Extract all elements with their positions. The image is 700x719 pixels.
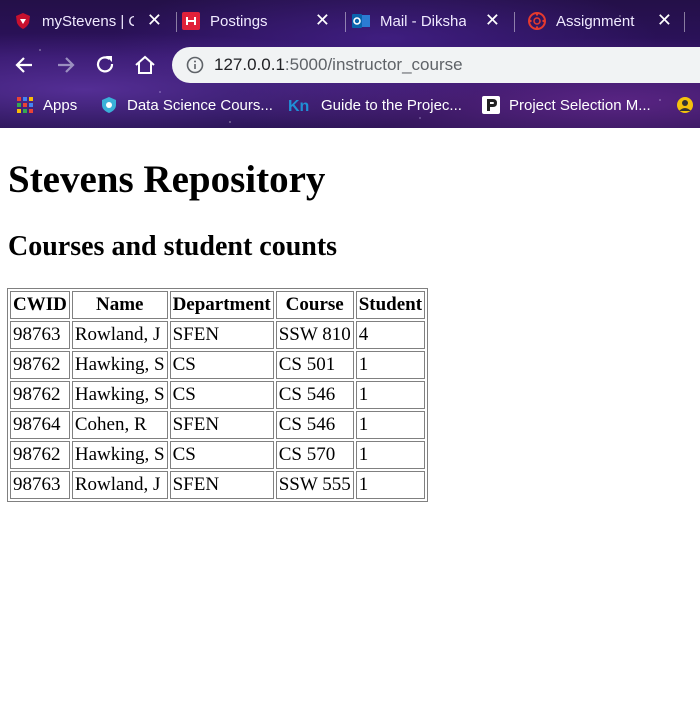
cell-department: SFEN <box>169 411 274 439</box>
cell-cwid: 98762 <box>10 351 70 379</box>
bookmark-label: Guide to the Projec... <box>321 96 462 114</box>
tab-postings[interactable]: Postings ✕ <box>182 4 340 38</box>
cell-student-count: 1 <box>355 351 426 379</box>
table-row: 98764 Cohen, R SFEN CS 546 1 <box>10 411 426 439</box>
tab-divider <box>684 12 685 32</box>
close-icon[interactable]: ✕ <box>657 10 672 30</box>
bookmark-avatar-icon <box>676 96 694 114</box>
cell-name: Cohen, R <box>71 411 168 439</box>
cell-cwid: 98763 <box>10 321 70 349</box>
url-host: 127.0.0.1 <box>214 55 285 74</box>
cell-student-count: 1 <box>355 471 426 499</box>
tab-mystevens[interactable]: myStevens | C ✕ <box>14 4 172 38</box>
cell-course: SSW 555 <box>275 471 354 499</box>
page-title: Stevens Repository <box>8 158 326 201</box>
forward-arrow-icon[interactable] <box>52 52 78 78</box>
back-arrow-icon[interactable] <box>12 52 38 78</box>
tab-divider <box>514 12 515 32</box>
close-icon[interactable]: ✕ <box>315 10 330 30</box>
home-icon[interactable] <box>132 52 158 78</box>
bookmark-project-selection[interactable]: Project Selection M... <box>482 96 651 114</box>
cell-course: CS 546 <box>275 411 354 439</box>
table-row: 98762 Hawking, S CS CS 570 1 <box>10 441 426 469</box>
close-icon[interactable]: ✕ <box>485 10 500 30</box>
column-header-department: Department <box>169 291 274 319</box>
cell-course: CS 570 <box>275 441 354 469</box>
bookmark-label: Project Selection M... <box>509 96 651 114</box>
toolbar: 127.0.0.1:5000/instructor_course <box>0 42 700 88</box>
cell-name: Hawking, S <box>71 441 168 469</box>
cell-department: CS <box>169 381 274 409</box>
cell-student-count: 1 <box>355 441 426 469</box>
table-row: 98762 Hawking, S CS CS 546 1 <box>10 381 426 409</box>
cell-student-count: 1 <box>355 381 426 409</box>
table-row: 98762 Hawking, S CS CS 501 1 <box>10 351 426 379</box>
close-icon[interactable]: ✕ <box>147 10 162 30</box>
cell-cwid: 98762 <box>10 441 70 469</box>
tab-divider <box>176 12 177 32</box>
column-header-name: Name <box>71 291 168 319</box>
tab-strip: myStevens | C ✕ Postings ✕ Mail - Diksha… <box>0 0 700 42</box>
url-text: 127.0.0.1:5000/instructor_course <box>214 55 463 75</box>
address-bar[interactable]: 127.0.0.1:5000/instructor_course <box>172 47 700 83</box>
tab-assignment[interactable]: Assignment 6 ✕ <box>528 4 682 38</box>
reload-icon[interactable] <box>92 52 118 78</box>
tab-title: Postings <box>210 12 268 30</box>
cell-cwid: 98763 <box>10 471 70 499</box>
cell-name: Hawking, S <box>71 381 168 409</box>
table-row: 98763 Rowland, J SFEN SSW 555 1 <box>10 471 426 499</box>
column-header-student: Student <box>355 291 426 319</box>
cell-cwid: 98764 <box>10 411 70 439</box>
tab-mail[interactable]: Mail - Diksha ✕ <box>352 4 510 38</box>
tab-title: Mail - Diksha <box>380 12 466 30</box>
column-header-course: Course <box>275 291 354 319</box>
cell-name: Rowland, J <box>71 321 168 349</box>
outlook-icon <box>352 12 370 30</box>
handshake-icon <box>182 12 200 30</box>
cell-course: CS 501 <box>275 351 354 379</box>
table-header-row: CWID Name Department Course Student <box>10 291 426 319</box>
kn-icon: Kn <box>288 96 312 115</box>
bookmark-label: Apps <box>43 96 78 114</box>
bookmark-guide-project[interactable]: Kn Guide to the Projec... <box>288 96 462 116</box>
table-row: 98763 Rowland, J SFEN SSW 810 4 <box>10 321 426 349</box>
tab-title: myStevens | C <box>42 12 134 30</box>
shield-bookmark-icon <box>100 96 118 114</box>
cell-name: Rowland, J <box>71 471 168 499</box>
svg-text:Kn: Kn <box>288 98 309 114</box>
cell-cwid: 98762 <box>10 381 70 409</box>
info-icon[interactable] <box>186 56 204 74</box>
cell-student-count: 4 <box>355 321 426 349</box>
bookmark-data-science[interactable]: Data Science Cours... <box>100 96 273 114</box>
stevens-shield-icon <box>14 12 32 30</box>
cell-department: SFEN <box>169 471 274 499</box>
url-path: :5000/instructor_course <box>284 55 463 74</box>
cell-course: SSW 810 <box>275 321 354 349</box>
browser-chrome: myStevens | C ✕ Postings ✕ Mail - Diksha… <box>0 0 700 128</box>
cell-course: CS 546 <box>275 381 354 409</box>
page-content: Stevens Repository Courses and student c… <box>0 128 700 719</box>
cell-department: CS <box>169 441 274 469</box>
cell-student-count: 1 <box>355 411 426 439</box>
canvas-icon <box>528 12 546 30</box>
courses-table: CWID Name Department Course Student 9876… <box>7 288 429 502</box>
bookmark-overflow[interactable] <box>676 96 694 114</box>
p-icon <box>482 96 500 114</box>
bookmarks-bar: Apps Data Science Cours... Kn Guide to t… <box>0 88 700 124</box>
tab-title: Assignment 6 <box>556 12 636 30</box>
apps-grid-icon <box>16 96 34 114</box>
cell-department: CS <box>169 351 274 379</box>
bookmark-label: Data Science Cours... <box>127 96 273 114</box>
bookmark-apps[interactable]: Apps <box>16 96 77 114</box>
column-header-cwid: CWID <box>10 291 70 319</box>
cell-name: Hawking, S <box>71 351 168 379</box>
page-subtitle: Courses and student counts <box>8 231 338 262</box>
cell-department: SFEN <box>169 321 274 349</box>
tab-divider <box>345 12 346 32</box>
